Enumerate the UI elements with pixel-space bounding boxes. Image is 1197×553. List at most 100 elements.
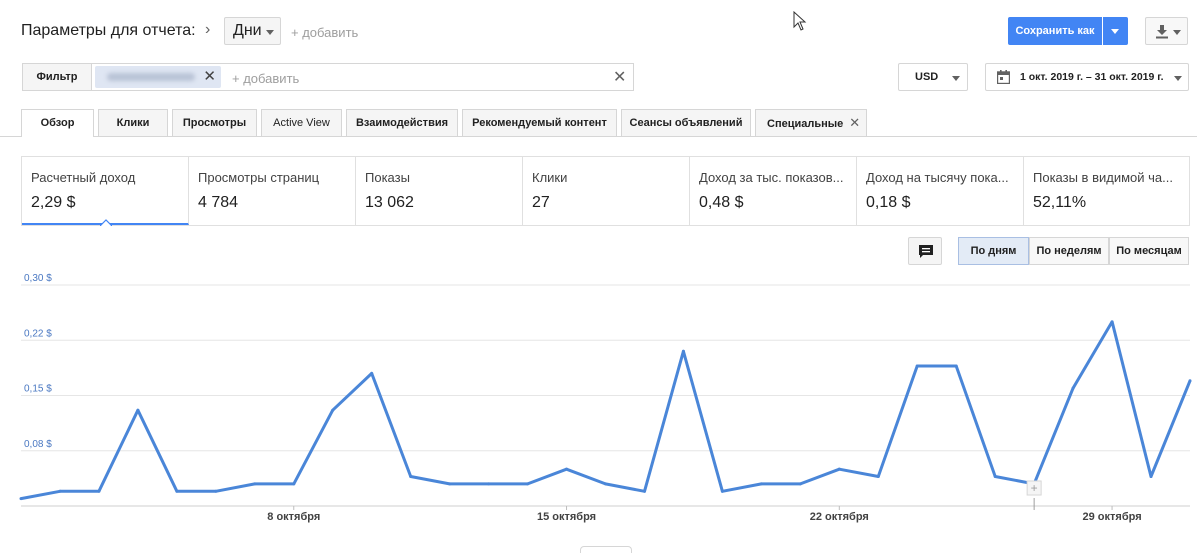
dimension-select[interactable]: Дни: [224, 17, 281, 45]
annotations-button[interactable]: [908, 237, 942, 265]
tab-custom[interactable]: Специальные ✕: [755, 109, 867, 136]
selected-metric-notch: [100, 219, 112, 226]
series-line: [20, 320, 1192, 501]
caret-down-icon: [266, 30, 274, 35]
metric-card[interactable]: Доход на тысячу пока... 0,18 $: [857, 157, 1024, 225]
tab-active-view[interactable]: Active View: [261, 109, 342, 136]
data-point: [58, 489, 62, 493]
page-title: Параметры для отчета:: [21, 22, 196, 39]
tab-ad-sessions[interactable]: Сеансы объявлений: [621, 109, 751, 136]
data-point: [642, 489, 646, 493]
metric-value: 4 784: [198, 194, 239, 211]
save-as-button[interactable]: Сохранить как: [1008, 17, 1102, 45]
comment-icon: [919, 245, 933, 258]
chevron-right-icon: ›: [205, 21, 211, 38]
x-tick-label: 8 октября: [267, 511, 320, 523]
data-point: [214, 489, 218, 493]
filter-button[interactable]: Фильтр: [22, 63, 92, 91]
tab-views[interactable]: Просмотры: [172, 109, 257, 136]
data-point: [253, 482, 257, 486]
metric-label: Клики: [532, 170, 568, 185]
tabs-divider: [0, 136, 1197, 137]
close-icon[interactable]: ✕: [849, 115, 860, 130]
dimension-value: Дни: [233, 22, 262, 39]
data-point: [954, 364, 958, 368]
metric-value: 2,29 $: [31, 194, 76, 211]
currency-value: USD: [915, 71, 939, 83]
data-point: [993, 475, 997, 479]
data-point: [915, 364, 919, 368]
metric-value: 27: [532, 194, 550, 211]
tab-overview[interactable]: Обзор: [21, 109, 94, 137]
data-point: [876, 475, 880, 479]
metric-value: 0,48 $: [699, 194, 744, 211]
metric-label: Показы в видимой ча...: [1033, 170, 1173, 185]
metric-card[interactable]: Доход за тыс. показов... 0,48 $: [690, 157, 857, 225]
data-point: [837, 467, 841, 471]
x-tick-label: 29 октября: [1083, 511, 1142, 523]
data-point: [409, 475, 413, 479]
metric-label: Показы: [365, 170, 410, 185]
metric-label: Просмотры страниц: [198, 170, 320, 185]
resize-handle[interactable]: [580, 546, 632, 553]
data-point: [448, 482, 452, 486]
data-point: [1188, 379, 1192, 383]
filter-chip[interactable]: ✕: [95, 66, 221, 88]
revenue-line-chart: 0,08 $ 0,15 $ 0,22 $ 0,30 $ 8 октября 15 октя…: [19, 273, 1192, 523]
calendar-icon: [997, 70, 1010, 84]
filter-add-input[interactable]: + добавить: [232, 71, 299, 86]
data-point: [720, 489, 724, 493]
caret-down-icon: [1173, 30, 1181, 35]
metric-card[interactable]: Показы 13 062: [356, 157, 523, 225]
tab-clicks[interactable]: Клики: [98, 109, 168, 136]
data-point: [487, 482, 491, 486]
data-point: [1110, 320, 1114, 324]
metric-label: Расчетный доход: [31, 170, 136, 185]
save-options-dropdown[interactable]: [1103, 17, 1128, 45]
download-button[interactable]: [1145, 17, 1188, 45]
tab-interactions[interactable]: Взаимодействия: [346, 109, 458, 136]
metric-value: 13 062: [365, 194, 414, 211]
data-point: [19, 497, 23, 501]
metric-card[interactable]: Расчетный доход 2,29 $: [22, 157, 189, 225]
date-range-picker[interactable]: 1 окт. 2019 г. – 31 окт. 2019 г.: [985, 63, 1189, 91]
add-dimension-link[interactable]: + добавить: [291, 25, 358, 40]
data-point: [759, 482, 763, 486]
period-daily-button[interactable]: По дням: [958, 237, 1029, 265]
x-tick-label: 15 октября: [537, 511, 596, 523]
x-tick-label: 22 октября: [810, 511, 869, 523]
data-point: [370, 371, 374, 375]
metric-label: Доход на тысячу пока...: [866, 170, 1009, 185]
tab-custom-label: Специальные: [767, 118, 844, 130]
clear-filter-icon[interactable]: ✕: [613, 67, 626, 87]
mouse-cursor-icon: [793, 10, 807, 36]
data-point: [97, 489, 101, 493]
data-point: [1071, 386, 1075, 390]
data-point: [292, 482, 296, 486]
download-icon: [1156, 25, 1168, 39]
date-range-value: 1 окт. 2019 г. – 31 окт. 2019 г.: [1020, 71, 1164, 83]
plus-icon: +: [1031, 481, 1038, 495]
period-weekly-button[interactable]: По неделям: [1029, 237, 1109, 265]
tab-recommended-content[interactable]: Рекомендуемый контент: [462, 109, 617, 136]
period-monthly-button[interactable]: По месяцам: [1109, 237, 1189, 265]
data-point: [604, 482, 607, 486]
metric-card[interactable]: Просмотры страниц 4 784: [189, 157, 356, 225]
metric-value: 52,11%: [1033, 194, 1087, 211]
data-point: [526, 482, 530, 486]
metric-value: 0,18 $: [866, 194, 911, 211]
data-point: [798, 482, 802, 486]
data-point: [1149, 475, 1153, 479]
close-icon[interactable]: ✕: [203, 67, 216, 85]
caret-down-icon: [1111, 29, 1119, 34]
caret-down-icon: [952, 76, 960, 81]
metric-card[interactable]: Клики 27: [523, 157, 690, 225]
metrics-strip: Расчетный доход 2,29 $ Просмотры страниц…: [21, 156, 1190, 226]
data-point: [175, 489, 179, 493]
y-tick-label: 0,22 $: [24, 328, 52, 339]
data-point: [565, 467, 569, 471]
currency-select[interactable]: USD: [898, 63, 968, 91]
metric-card[interactable]: Показы в видимой ча... 52,11%: [1024, 157, 1189, 225]
filter-chip-redacted: [107, 73, 195, 81]
data-point: [331, 408, 335, 412]
